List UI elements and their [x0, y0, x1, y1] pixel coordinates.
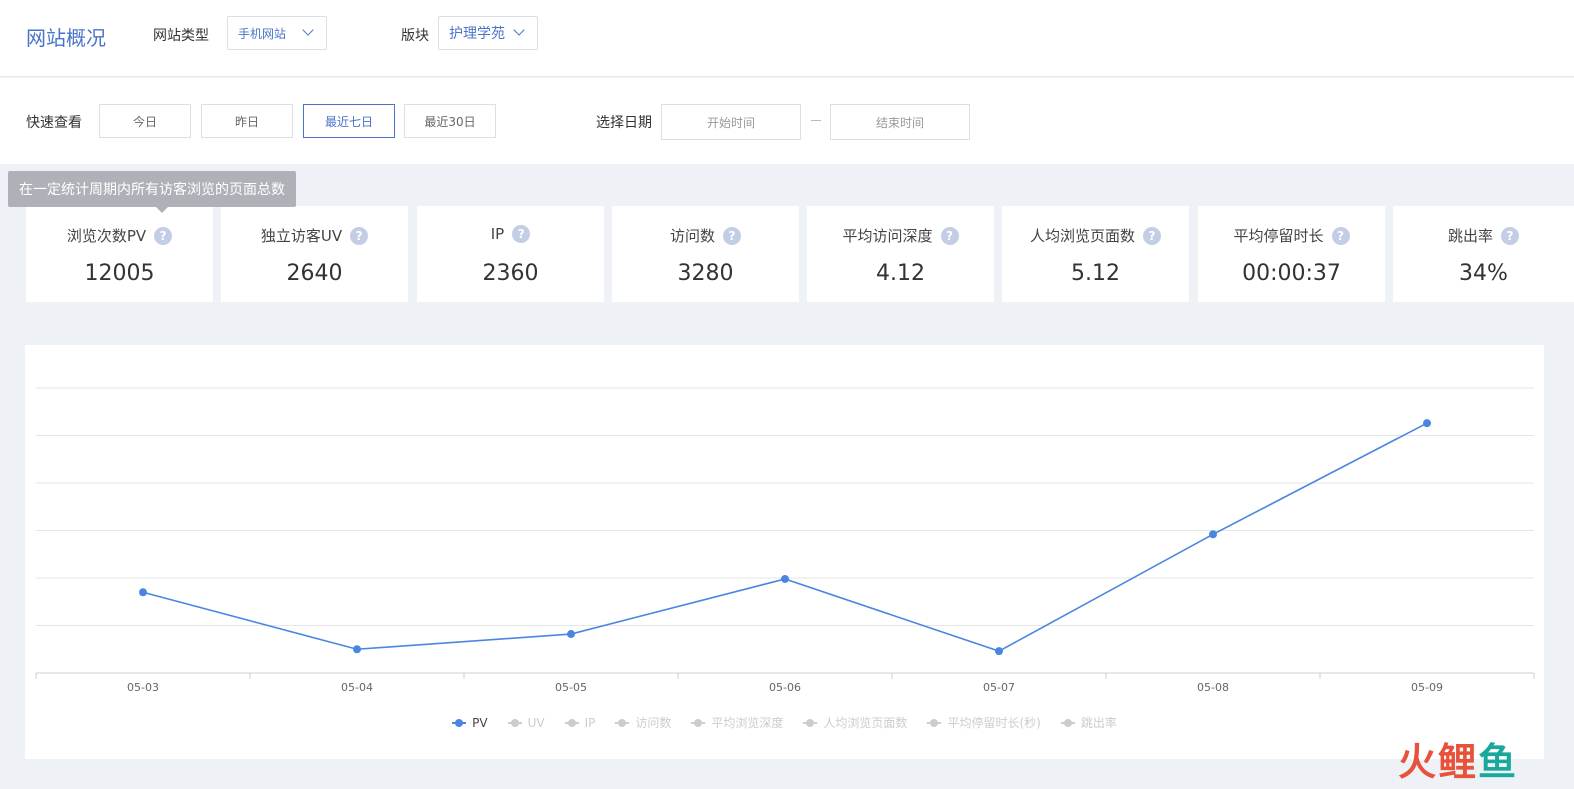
start-date-input[interactable]: 开始时间 — [661, 104, 801, 140]
legend-marker-icon — [507, 718, 522, 727]
metric-value: 2360 — [482, 261, 539, 286]
legend-item-bounce-rate[interactable]: 跳出率 — [1060, 714, 1117, 731]
end-date-input[interactable]: 结束时间 — [830, 104, 970, 140]
section-label: 版块 — [401, 28, 429, 44]
quick-view-label: 快速查看 — [26, 115, 82, 131]
help-icon[interactable]: ? — [154, 226, 173, 245]
trend-chart-panel: 05-03 05-04 05-05 05-06 05-07 05-08 05-09 PV U… — [25, 345, 1544, 759]
x-tick-label: 05-07 — [983, 681, 1015, 694]
data-point — [1423, 419, 1431, 428]
legend-marker-icon — [452, 718, 467, 727]
metric-card-pages-per-user: 人均浏览页面数? 5.12 — [1002, 206, 1189, 302]
site-type-select[interactable]: 手机网站 — [227, 16, 327, 50]
legend-marker-icon — [803, 718, 818, 727]
quick-last30-button[interactable]: 最近30日 — [404, 104, 496, 138]
metric-value: 12005 — [84, 261, 155, 286]
metric-label: 跳出率 — [1447, 227, 1493, 245]
legend-label: 人均浏览页面数 — [823, 716, 908, 730]
metric-label: 平均停留时长 — [1233, 227, 1324, 245]
metric-value: 5.12 — [1071, 261, 1120, 286]
legend-label: 平均停留时长(秒) — [947, 716, 1041, 730]
legend-label: UV — [527, 715, 545, 730]
top-header: 网站概况 网站类型 手机网站 版块 护理学苑 — [0, 0, 1574, 77]
date-separator — [811, 120, 821, 121]
x-tick-label: 05-03 — [127, 681, 159, 694]
help-icon[interactable]: ? — [1331, 226, 1350, 245]
brand-watermark-logo: 火鲤鱼 — [1398, 740, 1519, 784]
legend-label: 访问数 — [635, 716, 672, 730]
metric-value: 3280 — [677, 261, 734, 286]
metric-value: 34% — [1459, 261, 1508, 286]
chevron-down-icon — [513, 24, 525, 36]
metric-value: 00:00:37 — [1242, 261, 1341, 286]
page-title: 网站概况 — [26, 26, 106, 50]
metric-label: 平均访问深度 — [842, 227, 933, 245]
x-tick-label: 05-04 — [341, 681, 373, 694]
metric-card-avg-duration: 平均停留时长? 00:00:37 — [1198, 206, 1385, 302]
metric-card-pv: 浏览次数PV? 12005 — [26, 206, 213, 302]
legend-marker-icon — [927, 718, 942, 727]
legend-item-pv[interactable]: PV — [452, 714, 488, 731]
legend-marker-icon — [1060, 718, 1075, 727]
legend-marker-icon — [691, 718, 706, 727]
metric-tooltip: 在一定统计周期内所有访客浏览的页面总数 — [8, 171, 296, 213]
tooltip-arrow — [156, 207, 168, 213]
legend-item-avg-depth[interactable]: 平均浏览深度 — [691, 714, 783, 731]
metric-label: 浏览次数PV — [66, 227, 147, 245]
tooltip-text: 在一定统计周期内所有访客浏览的页面总数 — [19, 182, 285, 198]
legend-item-pages-per-user[interactable]: 人均浏览页面数 — [803, 714, 907, 731]
section-value: 护理学苑 — [449, 26, 505, 42]
quick-today-button[interactable]: 今日 — [99, 104, 191, 138]
data-point — [567, 630, 575, 639]
x-tick-label: 05-06 — [769, 681, 801, 694]
site-type-value: 手机网站 — [238, 26, 287, 41]
x-tick-label: 05-09 — [1411, 681, 1443, 694]
legend-marker-icon — [564, 718, 579, 727]
legend-label: PV — [472, 715, 488, 730]
filter-bar: 快速查看 今日 昨日 最近七日 最近30日 选择日期 开始时间 结束时间 — [0, 78, 1574, 164]
quick-yesterday-button[interactable]: 昨日 — [201, 104, 293, 138]
x-tick-label: 05-05 — [555, 681, 587, 694]
help-icon[interactable]: ? — [723, 226, 741, 245]
legend-label: 跳出率 — [1080, 716, 1117, 730]
site-type-label: 网站类型 — [153, 28, 209, 44]
chevron-down-icon — [302, 24, 314, 36]
help-icon[interactable]: ? — [350, 226, 369, 245]
metric-card-bounce-rate: 跳出率? 34% — [1393, 206, 1574, 302]
data-point — [1209, 530, 1217, 539]
series-line-pv — [142, 422, 1428, 653]
metric-value: 4.12 — [876, 261, 925, 286]
quick-last7-button[interactable]: 最近七日 — [303, 104, 395, 138]
metric-label: 访问数 — [669, 227, 715, 245]
section-select[interactable]: 护理学苑 — [438, 16, 538, 50]
legend-item-uv[interactable]: UV — [507, 714, 545, 731]
data-point — [353, 645, 361, 654]
metric-card-avg-depth: 平均访问深度? 4.12 — [807, 206, 994, 302]
metric-value: 2640 — [286, 261, 343, 286]
metric-label: 独立访客UV — [260, 227, 343, 245]
legend-marker-icon — [615, 718, 630, 727]
legend-item-avg-duration[interactable]: 平均停留时长(秒) — [927, 714, 1041, 731]
help-icon[interactable]: ? — [512, 225, 531, 243]
data-point — [995, 647, 1003, 656]
x-tick-label: 05-08 — [1197, 681, 1229, 694]
metric-card-ip: IP? 2360 — [417, 206, 604, 302]
metric-card-visits: 访问数? 3280 — [612, 206, 799, 302]
legend-label: IP — [584, 715, 596, 730]
help-icon[interactable]: ? — [1143, 226, 1161, 245]
help-icon[interactable]: ? — [940, 226, 959, 245]
data-point — [781, 574, 789, 583]
metric-label: 人均浏览页面数 — [1029, 227, 1135, 245]
metric-card-uv: 独立访客UV? 2640 — [221, 206, 408, 302]
date-label: 选择日期 — [596, 115, 652, 131]
trend-line-chart: 05-03 05-04 05-05 05-06 05-07 05-08 05-09 — [35, 387, 1535, 694]
data-point — [139, 588, 147, 597]
legend-item-ip[interactable]: IP — [564, 714, 596, 731]
metric-label: IP — [490, 225, 505, 243]
legend-item-visits[interactable]: 访问数 — [615, 714, 671, 731]
legend-label: 平均浏览深度 — [711, 716, 784, 730]
help-icon[interactable]: ? — [1501, 226, 1519, 245]
chart-legend: PV UV IP 访问数 平均浏览深度 人均浏览页面数 平均停留时长(秒) 跳出… — [25, 714, 1544, 731]
